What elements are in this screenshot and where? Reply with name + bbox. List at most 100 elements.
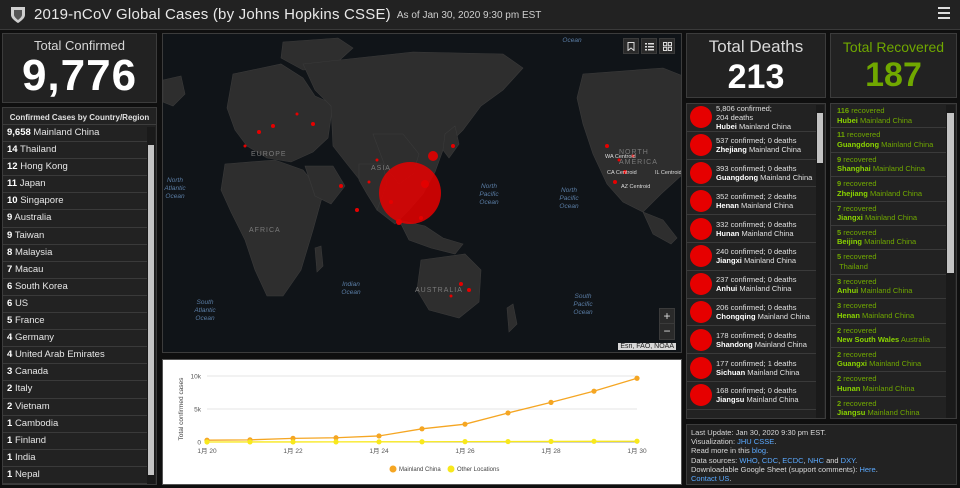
scrollbar-thumb[interactable]	[947, 113, 954, 273]
contact-us-link[interactable]: Contact US	[691, 474, 729, 483]
country-count: 4	[7, 349, 13, 361]
deaths-list-item[interactable]: 206 confirmed; 0 deaths Chongqing Mainlan…	[687, 299, 818, 327]
country-name: India	[14, 451, 36, 463]
country-list-item[interactable]: 9,658 Mainland China	[3, 125, 147, 143]
recovered-list-item[interactable]: 2 recovered Jiangsu Mainland China	[831, 397, 947, 418]
deaths-list-scrollbar[interactable]	[816, 105, 824, 418]
country-list-item[interactable]: 4 United Arab Emirates	[3, 347, 147, 365]
nhc-link[interactable]: NHC	[808, 456, 824, 465]
country-list-item[interactable]: 1 Nepal	[3, 467, 147, 484]
country-list-item[interactable]: 6 South Korea	[3, 279, 147, 296]
dxy-link[interactable]: DXY	[841, 456, 855, 465]
country-list-item[interactable]: 6 US	[3, 296, 147, 314]
country-list-scrollbar[interactable]	[147, 127, 155, 484]
country-count: 1	[7, 468, 13, 480]
deaths-list-item[interactable]: 240 confirmed; 0 deaths Jiangxi Mainland …	[687, 243, 818, 271]
scrollbar-thumb[interactable]	[817, 113, 823, 163]
recovered-country: Mainland China	[864, 213, 918, 223]
death-stats: 537 confirmed; 0 deaths	[716, 136, 797, 146]
country-list-item[interactable]: 3 Canada	[3, 364, 147, 382]
deaths-list-item[interactable]: 237 confirmed; 0 deaths Anhui Mainland Ch…	[687, 271, 818, 299]
recovered-list-item[interactable]: 3 recovered Henan Mainland China	[831, 299, 947, 324]
who-link[interactable]: WHO	[739, 456, 757, 465]
recovered-country: Mainland China	[862, 383, 915, 393]
deaths-list-item[interactable]: 168 confirmed; 0 deaths Jiangsu Mainland …	[687, 382, 818, 410]
recovered-suffix: recovered	[841, 203, 877, 213]
bookmark-icon[interactable]	[623, 38, 639, 54]
world-map[interactable]: EUROPE ASIA AFRICA AUSTRALIA NORTH AMERI…	[162, 33, 682, 353]
chart-y-axis-label: Total confirmed cases	[178, 377, 185, 441]
death-country: Mainland China	[754, 339, 807, 349]
deaths-list-item[interactable]: 352 confirmed; 2 deaths Henan Mainland Ch…	[687, 187, 818, 216]
recovered-list-item[interactable]: 7 recovered Jiangxi Mainland China	[831, 202, 947, 226]
country-list-item[interactable]: 1 Cambodia	[3, 416, 147, 433]
recovered-list-item[interactable]: 2 recovered New South Wales Australia	[831, 324, 947, 348]
country-list-item[interactable]: 9 Taiwan	[3, 228, 147, 245]
country-list-item[interactable]: 9 Australia	[3, 210, 147, 228]
recovered-count-line: 2 recovered	[837, 350, 947, 360]
map-label-n-pacific-1: North	[481, 183, 497, 190]
country-count: 6	[7, 297, 13, 309]
country-name: Finland	[14, 434, 47, 446]
country-list-item[interactable]: 5 France	[3, 313, 147, 331]
legend-list-icon[interactable]	[641, 38, 657, 54]
country-list-item[interactable]: 8 Malaysia	[3, 245, 147, 262]
deaths-list-item[interactable]: 177 confirmed; 1 deaths Sichuan Mainland …	[687, 354, 818, 382]
chart-data-point	[419, 439, 425, 445]
chart-data-point	[634, 438, 640, 444]
death-marker-dot	[690, 134, 712, 157]
country-list-item[interactable]: 1 India	[3, 450, 147, 467]
zoom-in-button[interactable]: +	[660, 309, 674, 324]
deaths-list-item[interactable]: 5,806 confirmed; 204 deaths Hubei Mainland…	[687, 104, 818, 132]
deaths-list-item[interactable]: 332 confirmed; 0 deaths Hunan Mainland Ch…	[687, 215, 818, 243]
ecdc-link[interactable]: ECDC	[782, 456, 803, 465]
visualization-suffix: .	[774, 437, 777, 447]
recovered-region: Henan	[837, 310, 860, 320]
country-list-panel: Confirmed Cases by Country/Region 9,658 …	[2, 107, 157, 485]
deaths-list-item[interactable]: 537 confirmed; 0 deaths Zhejiang Mainland…	[687, 132, 818, 160]
blog-link[interactable]: blog	[752, 446, 766, 455]
country-list-item[interactable]: 10 Singapore	[3, 193, 147, 211]
chart-data-point	[634, 375, 640, 381]
scrollbar-thumb[interactable]	[148, 145, 154, 475]
recovered-list-item[interactable]: 9 recovered Shanghai Mainland China	[831, 153, 947, 178]
country-name: Mainland China	[33, 127, 100, 138]
recovered-place: Anhui Mainland China	[837, 286, 947, 296]
cdc-link[interactable]: CDC	[762, 456, 778, 465]
country-list-item[interactable]: 14 Thailand	[3, 142, 147, 160]
hamburger-menu-icon[interactable]	[938, 7, 950, 19]
zoom-out-button[interactable]: −	[660, 324, 674, 339]
recovered-list-item[interactable]: 3 recovered Anhui Mainland China	[831, 275, 947, 300]
recovered-place: Guangxi Mainland China	[837, 359, 947, 369]
country-list: 9,658 Mainland China 14 Thailand 12 Hong K…	[3, 125, 147, 484]
country-list-item[interactable]: 1 Finland	[3, 433, 147, 450]
google-sheet-link[interactable]: Here	[859, 465, 875, 474]
country-list-item[interactable]: 12 Hong Kong	[3, 159, 147, 177]
recovered-list-item[interactable]: 5 recovered Thailand	[831, 250, 947, 275]
chart-legend-label: Other Locations	[457, 467, 499, 473]
death-stats: 206 confirmed; 0 deaths	[716, 302, 797, 312]
recovered-list-item[interactable]: 9 recovered Zhejiang Mainland China	[831, 177, 947, 202]
country-list-item[interactable]: 4 Germany	[3, 330, 147, 348]
recovered-list-item[interactable]: 2 recovered Hunan Mainland China	[831, 372, 947, 397]
country-list-item[interactable]: 11 Japan	[3, 176, 147, 194]
country-count: 3	[7, 366, 13, 378]
recovered-list-item[interactable]: 5 recovered Beijing Mainland China	[831, 226, 947, 251]
country-list-item[interactable]: 2 Vietnam	[3, 399, 147, 416]
country-list-item[interactable]: 7 Macau	[3, 262, 147, 279]
recovered-list-scrollbar[interactable]	[946, 105, 955, 418]
recovered-list-item[interactable]: 2 recovered Guangxi Mainland China	[831, 348, 947, 373]
map-canvas[interactable]: EUROPE ASIA AFRICA AUSTRALIA NORTH AMERI…	[163, 34, 682, 353]
country-name: Italy	[14, 383, 33, 395]
total-confirmed-panel: Total Confirmed 9,776	[2, 33, 157, 103]
recovered-list-item[interactable]: 11 recovered Guangdong Mainland China	[831, 128, 947, 153]
chart-legend-label: Mainland China	[399, 467, 441, 473]
recovered-count-line: 11 recovered	[837, 130, 947, 140]
recovered-list-item[interactable]: 116 recovered Hubei Mainland China	[831, 104, 947, 129]
country-list-title: Confirmed Cases by Country/Region	[3, 108, 156, 125]
country-list-item[interactable]: 2 Italy	[3, 381, 147, 399]
deaths-list-item[interactable]: 178 confirmed; 0 deaths Shandong Mainland…	[687, 326, 818, 355]
basemap-gallery-icon[interactable]	[659, 38, 675, 54]
deaths-list-item[interactable]: 393 confirmed; 0 deaths Guangdong Mainlan…	[687, 160, 818, 188]
jhu-csse-link[interactable]: JHU CSSE	[737, 437, 774, 446]
